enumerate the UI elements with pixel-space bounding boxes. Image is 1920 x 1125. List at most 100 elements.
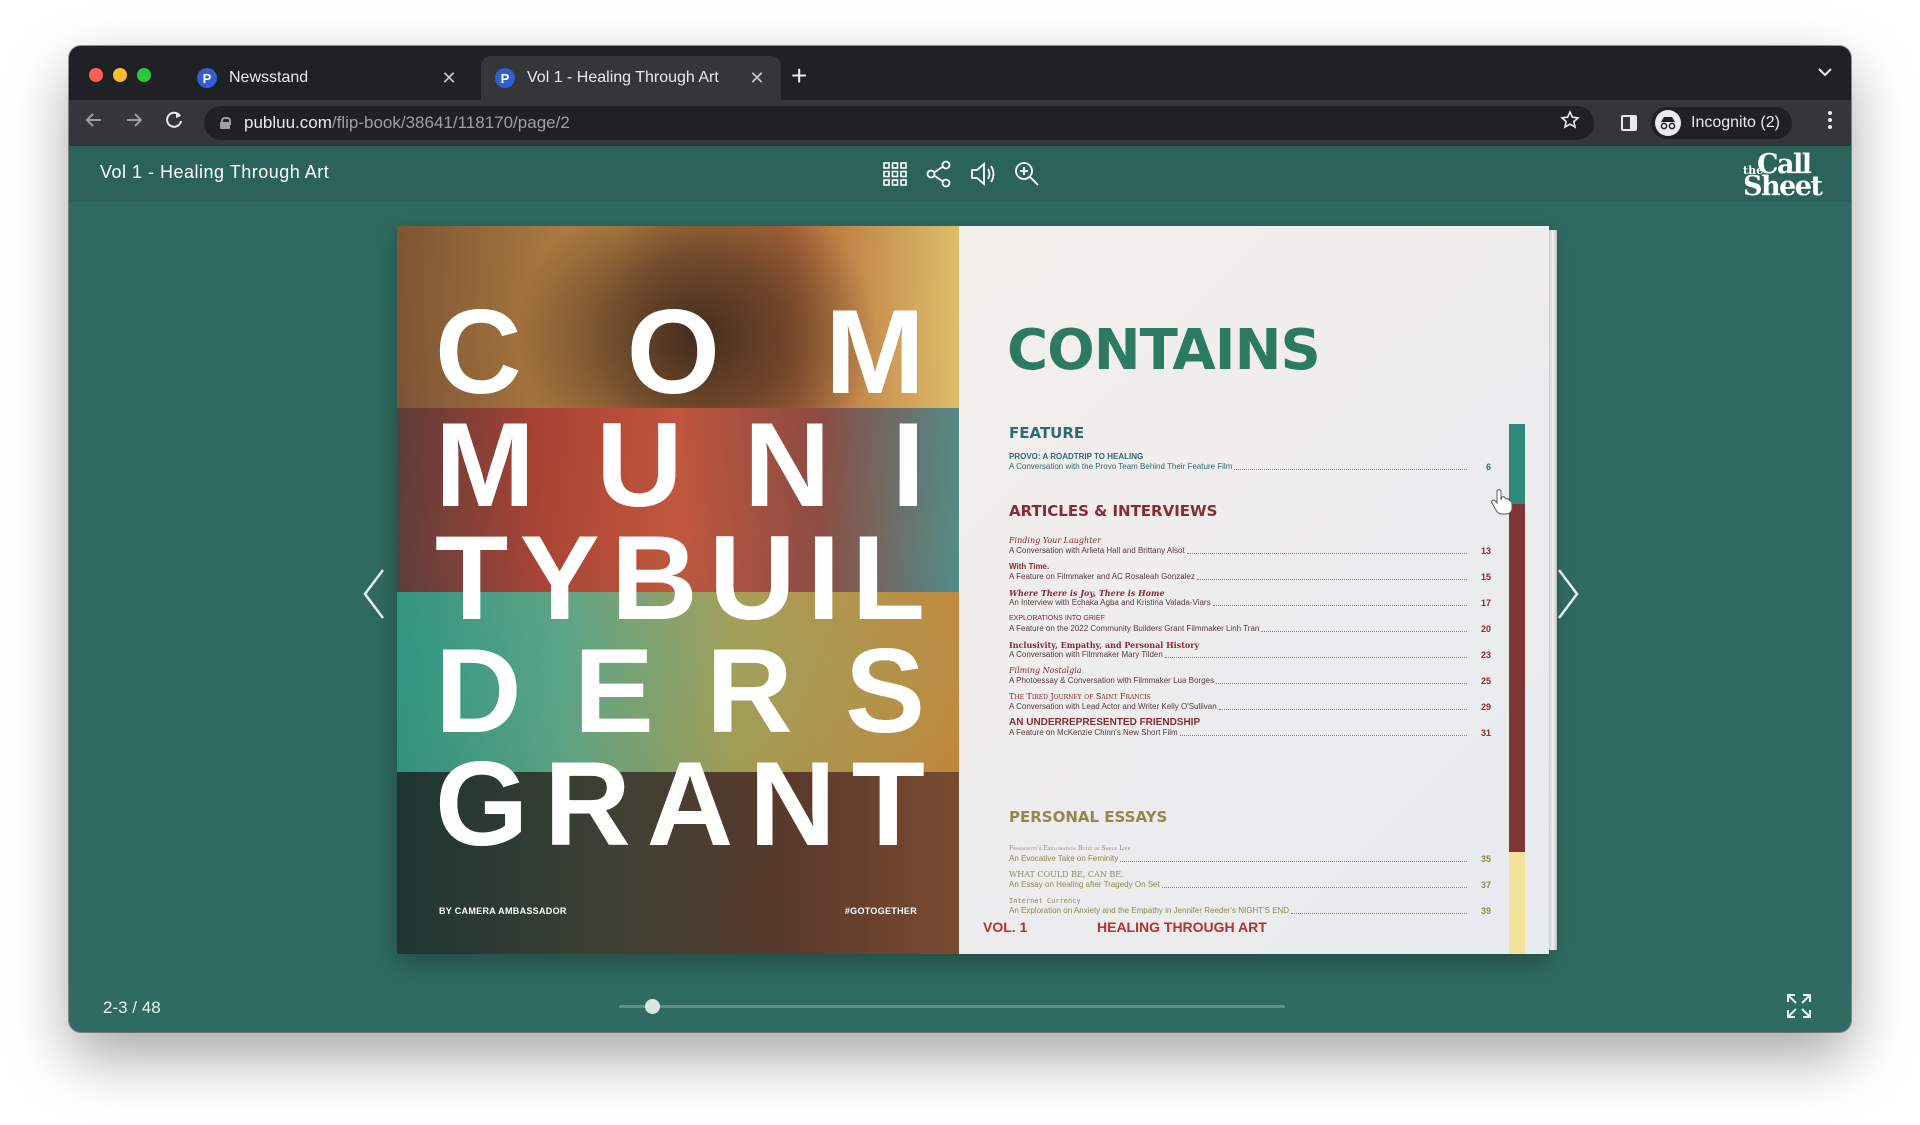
close-window-button[interactable] <box>89 68 103 82</box>
footer-volume: VOL. 1 <box>983 919 1028 935</box>
logo-sheet: Sheet <box>1743 171 1823 202</box>
lock-icon[interactable] <box>220 117 231 129</box>
toc-entry[interactable]: Filming Nostalgia A Photoessay & Convers… <box>1009 666 1491 686</box>
toc-subtitle-text: A Conversation with Lead Actor and Write… <box>1009 702 1217 711</box>
share-icon[interactable] <box>923 158 955 190</box>
toc-page-number: 39 <box>1480 906 1491 916</box>
toc-entry-subtitle: A Feature on Filmmaker and AC Rosaleah G… <box>1009 572 1471 582</box>
headline-letter: I <box>807 511 841 645</box>
toc-entry-title: Finding Your Laughter <box>1009 536 1101 545</box>
byline: BY CAMERA AMBASSADOR <box>439 906 567 916</box>
toc-entry-title: PROVO: A ROADTRIP TO HEALING <box>1009 452 1144 461</box>
minimize-window-button[interactable] <box>113 68 127 82</box>
toc-subtitle-text: An Evocative Take on Feminity <box>1009 854 1119 863</box>
headline-letter: R <box>544 737 631 871</box>
toc-subtitle-text: A Feature on Filmmaker and AC Rosaleah G… <box>1009 572 1195 581</box>
toc-entry-title: AN UNDERREPRESENTED FRIENDSHIP <box>1009 717 1201 728</box>
toc-page-number: 25 <box>1480 676 1491 686</box>
footer-theme: HEALING THROUGH ART <box>1097 919 1267 935</box>
page-edge <box>1549 230 1557 950</box>
book-spread[interactable]: C O M M U N I T Y B U I L D E R S G R A … <box>397 226 1557 954</box>
toc-subtitle-text: A Feature on McKenzie Chinn's New Short … <box>1009 728 1178 737</box>
section-essays-heading: PERSONAL ESSAYS <box>1009 808 1168 826</box>
toc-entry-title: The Tired Journey of Saint Francis <box>1009 692 1151 701</box>
headline-letter: Y <box>519 511 600 645</box>
toc-entry[interactable]: The Tired Journey of Saint Francis A Con… <box>1009 692 1491 712</box>
leader-dots <box>1261 631 1467 632</box>
toc-entry-subtitle: An Interview with Echaka Agba and Kristi… <box>1009 598 1471 608</box>
bookmark-star-icon[interactable] <box>1560 110 1580 136</box>
leader-dots <box>1186 553 1467 554</box>
flipbook-toolbar <box>879 158 1043 190</box>
leader-dots <box>1218 709 1467 710</box>
tab-newsstand[interactable]: P Newsstand ✕ <box>183 56 473 100</box>
toc-entry-title: Femininity's Exploration Built in Shelf … <box>1009 845 1131 852</box>
side-panel-icon[interactable] <box>1621 115 1637 131</box>
browser-toolbar: publuu.com/flip-book/38641/118170/page/2… <box>69 100 1851 146</box>
url-host: publuu.com <box>244 113 332 132</box>
toc-entry-subtitle: An Exploration on Anxiety and the Empath… <box>1009 906 1471 916</box>
incognito-indicator[interactable]: Incognito (2) <box>1651 107 1792 139</box>
tab-search-chevron-icon[interactable] <box>1817 64 1833 82</box>
fullscreen-icon[interactable] <box>1785 992 1813 1020</box>
tab-healing-through-art[interactable]: P Vol 1 - Healing Through Art ✕ <box>481 56 781 100</box>
page-slider[interactable] <box>619 999 1285 1014</box>
toc-page-number: 31 <box>1480 728 1491 738</box>
leader-dots <box>1161 887 1467 888</box>
flipbook-header: Vol 1 - Healing Through Art the Call She… <box>69 146 1851 202</box>
headline-letter: U <box>709 511 796 645</box>
incognito-icon <box>1655 110 1681 136</box>
maximize-window-button[interactable] <box>137 68 151 82</box>
toc-entry[interactable]: AN UNDERREPRESENTED FRIENDSHIP A Feature… <box>1009 717 1491 739</box>
forward-button[interactable] <box>123 109 145 137</box>
close-tab-icon[interactable]: ✕ <box>747 68 767 89</box>
leader-dots <box>1164 657 1467 658</box>
headline-letter: D <box>435 624 522 758</box>
toc-subtitle-text: An Interview with Echaka Agba and Kristi… <box>1009 598 1211 607</box>
address-bar[interactable]: publuu.com/flip-book/38641/118170/page/2 <box>204 106 1594 140</box>
sound-icon[interactable] <box>967 158 999 190</box>
toc-entry-title: Where There is Joy, There is Home <box>1009 588 1165 598</box>
publuu-favicon-icon: P <box>495 68 515 88</box>
toc-entry[interactable]: PROVO: A ROADTRIP TO HEALING A Conversat… <box>1009 452 1491 472</box>
toc-subtitle-text: A Conversation with Filmmaker Mary Tilde… <box>1009 650 1163 659</box>
toc-entry[interactable]: Inclusivity, Empathy, and Personal Histo… <box>1009 640 1491 660</box>
headline-letter: B <box>611 511 698 645</box>
new-tab-button[interactable]: + <box>791 62 807 90</box>
toc-entry-subtitle: An Essay on Healing after Tragedy On Set <box>1009 880 1471 890</box>
right-page-contents[interactable]: CONTAINS FEATURE PROVO: A ROADTRIP TO HE… <box>959 226 1557 954</box>
page-indicator: 2-3 / 48 <box>103 998 161 1017</box>
toc-entry-title: EXPLORATIONS INTO GRIEF <box>1009 615 1105 622</box>
toc-entry[interactable]: Internet Currency An Exploration on Anxi… <box>1009 896 1491 916</box>
toc-subtitle-text: An Essay on Healing after Tragedy On Set <box>1009 880 1160 889</box>
left-page-cover-art[interactable]: C O M M U N I T Y B U I L D E R S G R A … <box>397 226 959 954</box>
toc-entry[interactable]: With Time. A Feature on Filmmaker and AC… <box>1009 562 1491 582</box>
close-tab-icon[interactable]: ✕ <box>439 68 459 89</box>
thumbnails-grid-icon[interactable] <box>879 158 911 190</box>
tab-strip: P Newsstand ✕ P Vol 1 - Healing Through … <box>69 46 1851 100</box>
toc-entry-title: WHAT COULD BE, CAN BE. <box>1009 870 1124 879</box>
toc-entry[interactable]: WHAT COULD BE, CAN BE. An Essay on Heali… <box>1009 870 1491 890</box>
toc-page-number: 20 <box>1480 624 1491 634</box>
browser-menu-icon[interactable] <box>1827 110 1833 136</box>
zoom-icon[interactable] <box>1011 158 1043 190</box>
toc-entry[interactable]: Femininity's Exploration Built in Shelf … <box>1009 844 1491 864</box>
contents-title: CONTAINS <box>1007 318 1321 383</box>
toc-entry[interactable]: EXPLORATIONS INTO GRIEF A Feature on the… <box>1009 614 1491 634</box>
headline-letter: N <box>749 737 836 871</box>
browser-window: P Newsstand ✕ P Vol 1 - Healing Through … <box>69 46 1851 1032</box>
page-slider-handle[interactable] <box>645 999 661 1014</box>
toc-entry[interactable]: Finding Your Laughter A Conversation wit… <box>1009 536 1491 556</box>
previous-page-arrow-icon[interactable] <box>353 564 393 624</box>
reload-button[interactable] <box>163 109 185 137</box>
hand-cursor-icon <box>1491 488 1513 516</box>
toc-page-number: 17 <box>1480 598 1491 608</box>
leader-dots <box>1212 605 1467 606</box>
tab-label: Newsstand <box>229 69 309 86</box>
toc-entry[interactable]: Where There is Joy, There is Home An Int… <box>1009 588 1491 608</box>
toc-entry-subtitle: A Feature on McKenzie Chinn's New Short … <box>1009 728 1471 738</box>
toc-page-number: 13 <box>1480 546 1491 556</box>
toc-subtitle-text: An Exploration on Anxiety and the Empath… <box>1009 906 1290 915</box>
toc-subtitle-text: A Conversation with the Provo Team Behin… <box>1009 462 1233 471</box>
back-button[interactable] <box>83 109 105 137</box>
